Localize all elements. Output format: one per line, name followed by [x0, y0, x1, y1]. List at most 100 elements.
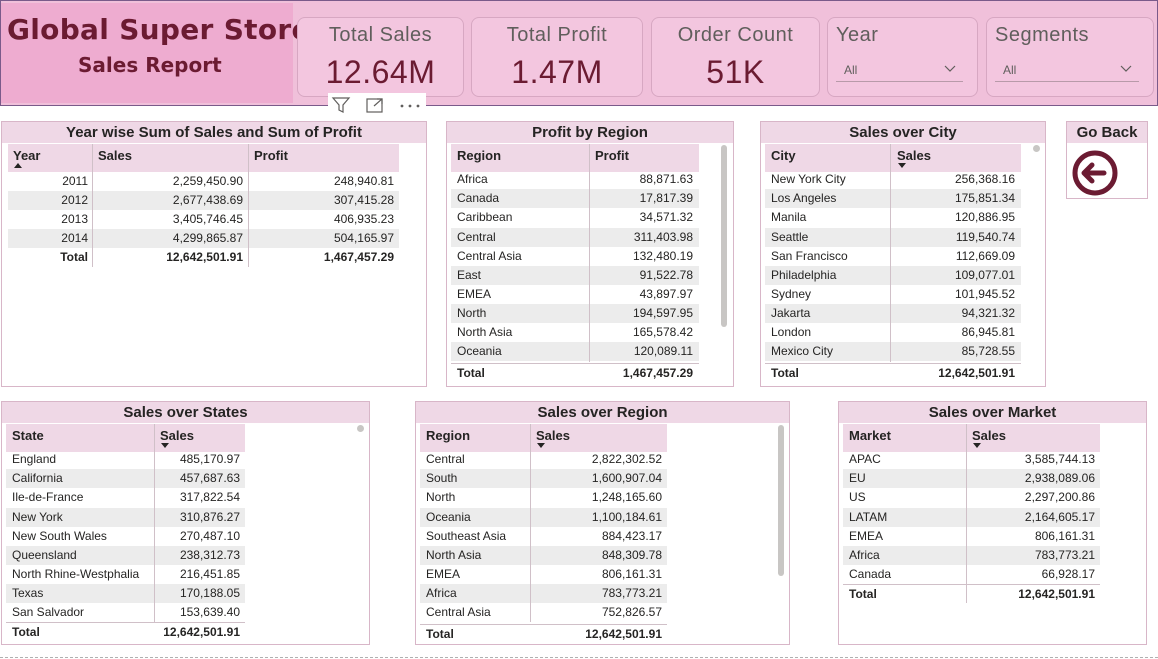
- sales-total: 12,642,501.91: [163, 625, 240, 639]
- segments-slicer[interactable]: Segments All: [986, 17, 1154, 97]
- card-label: Order Count: [677, 24, 794, 46]
- column-header-sales[interactable]: Sales: [972, 428, 1006, 443]
- table-header: City Sales: [765, 144, 1021, 172]
- vertical-scrollbar[interactable]: [1033, 145, 1040, 152]
- year-slicer[interactable]: Year All: [827, 17, 978, 97]
- sales-cell: 783,773.21: [601, 586, 662, 600]
- total-row: Total 1,467,457.29: [451, 363, 699, 382]
- table-row: Queensland 238,312.73: [6, 546, 245, 565]
- sales-cell: 310,876.27: [179, 510, 240, 524]
- table-header: Year Sales Profit: [8, 144, 399, 172]
- sales-over-city-table: Sales over City City Sales New York City…: [760, 121, 1046, 387]
- table-row: England 485,170.97: [6, 450, 245, 469]
- total-row: Total 12,642,501.91: [6, 622, 245, 641]
- city-cell: Sydney: [771, 287, 812, 301]
- segments-dropdown[interactable]: All: [995, 60, 1139, 82]
- region-cell: Central Asia: [457, 249, 522, 263]
- profit-cell: 120,089.11: [633, 344, 693, 358]
- table-row: Caribbean 34,571.32: [451, 208, 699, 227]
- column-header-sales[interactable]: Sales: [536, 428, 570, 443]
- arrow-left-circle-icon: [1072, 150, 1118, 196]
- profit-cell: 194,597.95: [632, 306, 693, 320]
- sales-cell: 238,312.73: [179, 548, 240, 562]
- city-cell: San Francisco: [771, 249, 848, 263]
- table-row: Philadelphia 109,077.01: [765, 266, 1021, 285]
- column-header-sales[interactable]: Sales: [160, 428, 194, 443]
- focus-mode-icon[interactable]: [365, 96, 385, 114]
- report-subtitle: Sales Report: [78, 53, 222, 77]
- year-cell: 2011: [62, 174, 88, 188]
- column-header-sales[interactable]: Sales: [897, 148, 931, 163]
- go-back-label: Go Back: [1067, 122, 1147, 143]
- table-row: Los Angeles 175,851.34: [765, 189, 1021, 208]
- table-header: State Sales: [6, 424, 245, 452]
- region-cell: Oceania: [426, 510, 471, 524]
- table-row: Central Asia 132,480.19: [451, 247, 699, 266]
- filter-icon[interactable]: [331, 96, 351, 114]
- city-cell: London: [771, 325, 812, 339]
- sales-cell: 783,773.21: [1034, 548, 1095, 562]
- profit-cell: 248,940.81: [333, 174, 394, 188]
- sales-cell: 4,299,865.87: [172, 231, 243, 245]
- state-cell: Ile-de-France: [12, 490, 84, 504]
- region-cell: Canada: [457, 191, 500, 205]
- visual-title: Sales over City: [761, 122, 1045, 143]
- column-divider: [966, 424, 967, 452]
- table-row: Africa 88,871.63: [451, 170, 699, 189]
- table-row: EU 2,938,089.06: [843, 469, 1100, 488]
- table-row: Oceania 1,100,184.61: [420, 508, 667, 527]
- column-header-profit[interactable]: Profit: [254, 148, 288, 163]
- column-header-state[interactable]: State: [12, 428, 44, 443]
- region-cell: Central: [457, 230, 496, 244]
- column-header-year[interactable]: Year: [13, 148, 40, 163]
- total-sales-card: Total Sales 12.64M: [297, 17, 464, 97]
- profit-cell: 91,522.78: [639, 268, 693, 282]
- sales-cell: 485,170.97: [179, 452, 240, 466]
- year-dropdown[interactable]: All: [836, 60, 963, 82]
- table-row: South 1,600,907.04: [420, 469, 667, 488]
- sales-cell: 120,886.95: [954, 210, 1015, 224]
- table-row: 2012 2,677,438.69 307,415.28: [8, 191, 399, 210]
- page-bottom-border: [0, 657, 1158, 658]
- column-header-market[interactable]: Market: [849, 428, 891, 443]
- table-row: San Salvador 153,639.40: [6, 603, 245, 622]
- vertical-scrollbar[interactable]: [778, 425, 784, 576]
- column-header-region[interactable]: Region: [457, 148, 501, 163]
- profit-cell: 88,871.63: [639, 172, 693, 186]
- city-cell: Manila: [771, 210, 807, 224]
- table-row: Oceania 120,089.11: [451, 342, 699, 361]
- vertical-scrollbar[interactable]: [357, 425, 364, 432]
- year-cell: 2012: [61, 193, 88, 207]
- more-options-icon[interactable]: [398, 96, 422, 114]
- sales-cell: 256,368.16: [954, 172, 1015, 186]
- sales-cell: 2,822,302.52: [591, 452, 662, 466]
- table-row: Jakarta 94,321.32: [765, 304, 1021, 323]
- sales-cell: 85,728.55: [961, 344, 1015, 358]
- table-row: Seattle 119,540.74: [765, 228, 1021, 247]
- sales-cell: 101,945.52: [954, 287, 1015, 301]
- report-title: Global Super Store: [7, 13, 311, 46]
- state-cell: England: [12, 452, 57, 466]
- title-block: Global Super Store Sales Report: [1, 3, 310, 103]
- vertical-scrollbar[interactable]: [721, 145, 727, 327]
- total-label: Total: [849, 587, 877, 601]
- sales-cell: 2,938,089.06: [1024, 471, 1095, 485]
- go-back-button[interactable]: Go Back: [1066, 121, 1148, 199]
- column-divider: [248, 144, 249, 172]
- table-row: Central Asia 752,826.57: [420, 603, 667, 622]
- column-header-region[interactable]: Region: [426, 428, 470, 443]
- sales-cell: 66,928.17: [1041, 567, 1095, 581]
- city-cell: Los Angeles: [771, 191, 837, 205]
- column-header-profit[interactable]: Profit: [595, 148, 629, 163]
- table-row: Southeast Asia 884,423.17: [420, 527, 667, 546]
- sales-cell: 3,405,746.45: [172, 212, 243, 226]
- year-cell: 2014: [61, 231, 88, 245]
- column-header-city[interactable]: City: [771, 148, 796, 163]
- table-header: Market Sales: [843, 424, 1100, 452]
- column-header-sales[interactable]: Sales: [98, 148, 132, 163]
- market-cell: EMEA: [849, 529, 884, 543]
- sales-cell: 806,161.31: [1034, 529, 1095, 543]
- sales-cell: 119,540.74: [955, 230, 1015, 244]
- table-row: Mexico City 85,728.55: [765, 342, 1021, 361]
- sort-descending-icon: [161, 443, 169, 448]
